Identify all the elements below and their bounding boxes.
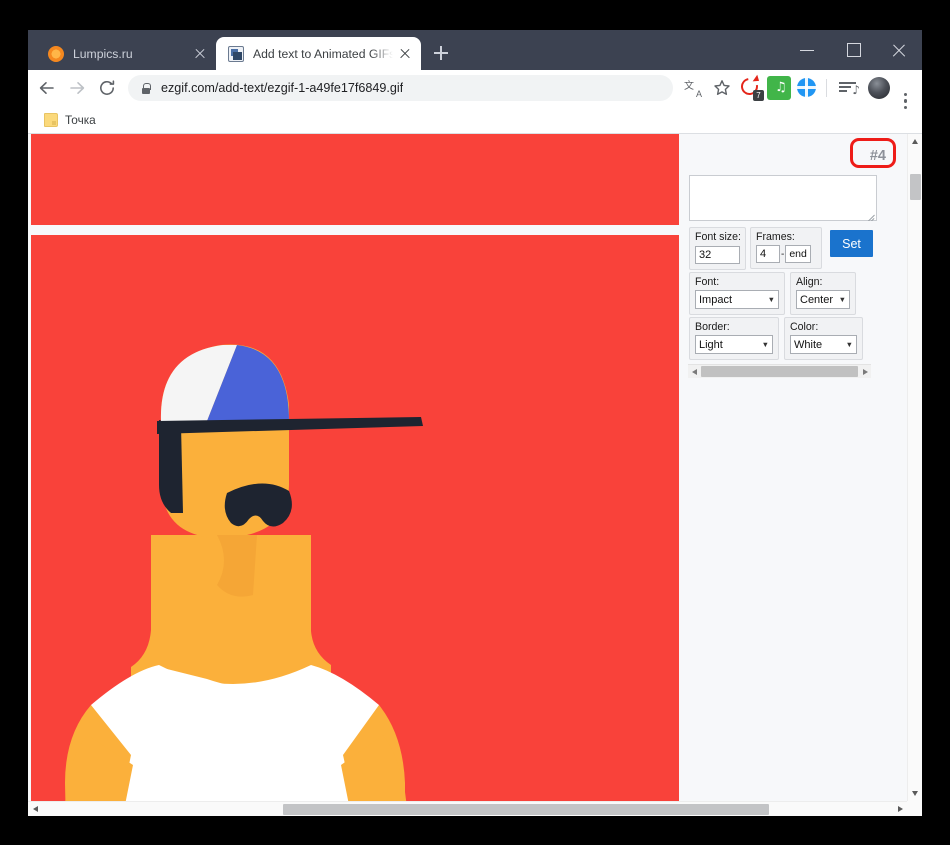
font-size-group: Font size: [689,227,746,270]
dot-3 [904,106,907,109]
scroll-right-arrow-icon[interactable] [858,365,871,379]
horizontal-scrollbar-thumb[interactable] [283,804,769,815]
screen-root: Lumpics.ru Add text to Animated GIFs - g… [0,0,950,845]
reload-icon[interactable] [92,73,122,103]
font-selected-value: Impact [699,294,764,306]
font-size-input[interactable] [695,246,740,264]
tab-title: Add text to Animated GIFs - gif-m [253,47,393,61]
playlist-icon[interactable]: ♪ [836,75,862,101]
star-icon[interactable] [709,75,735,101]
font-group: Font: Impact ▼ [689,272,785,315]
font-label: Font: [695,276,779,288]
page-content: #4 Font size: Frames: - [28,134,907,801]
line-2 [839,86,851,88]
panel-horizontal-scrollbar[interactable] [688,364,871,378]
horizontal-scroll-track[interactable] [43,802,892,817]
frames-to-input[interactable]: end [785,245,811,263]
page-vertical-scrollbar[interactable] [907,134,922,801]
page-viewport: #4 Font size: Frames: - [28,134,922,816]
gif-character-illustration [31,235,679,801]
music-note-icon[interactable]: ♫ [767,76,791,100]
frames-row: - end [756,245,816,263]
lock-icon [140,82,152,94]
extension-badge-count: 7 [753,90,764,101]
gif-preview-strip[interactable] [31,134,679,225]
color-label: Color: [790,321,857,333]
scroll-left-arrow-icon[interactable] [28,802,43,817]
bookmark-label: Точка [65,113,96,127]
vertical-scrollbar-thumb[interactable] [910,174,921,200]
browser-window: Lumpics.ru Add text to Animated GIFs - g… [28,30,922,816]
url-text: ezgif.com/add-text/ezgif-1-a49fe17f6849.… [161,81,403,95]
scroll-down-arrow-icon[interactable] [908,786,922,801]
scroll-left-arrow-icon[interactable] [688,365,701,379]
page-horizontal-scrollbar[interactable] [28,801,907,816]
tab-strip: Lumpics.ru Add text to Animated GIFs - g… [28,30,922,70]
color-group: Color: White ▼ [784,317,863,360]
set-button[interactable]: Set [830,230,873,257]
address-bar[interactable]: ezgif.com/add-text/ezgif-1-a49fe17f6849.… [128,75,673,101]
scroll-right-arrow-icon[interactable] [892,802,907,817]
tab-close-icon[interactable] [192,46,208,62]
forward-arrow-icon[interactable] [62,73,92,103]
close-button[interactable] [876,30,922,70]
frames-group: Frames: - end [750,227,822,269]
chevron-down-icon: ▼ [846,341,853,349]
frames-label: Frames: [756,231,816,243]
avatar[interactable] [868,77,890,99]
text-editor-panel: #4 Font size: Frames: - [683,134,907,801]
browser-toolbar: ezgif.com/add-text/ezgif-1-a49fe17f6849.… [28,70,922,106]
align-select[interactable]: Center ▼ [796,290,850,309]
chevron-down-icon: ▼ [768,296,775,304]
border-select[interactable]: Light ▼ [695,335,773,354]
note-glyph: ♫ [775,81,787,94]
maximize-button[interactable] [830,30,876,70]
ezgif-favicon [228,46,244,62]
panel-scrollbar-thumb[interactable] [701,366,858,377]
new-tab-button[interactable] [427,39,455,67]
gif-canvas[interactable] [31,235,679,801]
tab-title: Lumpics.ru [73,47,188,61]
window-controls [784,30,922,70]
frames-from-input[interactable] [756,245,780,263]
minimize-button[interactable] [784,30,830,70]
align-label: Align: [796,276,850,288]
tab-close-icon[interactable] [397,46,413,62]
note-glyph: ♪ [852,84,860,96]
globe-icon[interactable] [795,76,819,100]
color-select[interactable]: White ▼ [790,335,857,354]
font-size-label: Font size: [695,231,740,243]
back-arrow-icon[interactable] [32,73,62,103]
chevron-down-icon: ▼ [839,296,846,304]
border-selected-value: Light [699,339,758,351]
bookmarks-bar: Точка [28,106,922,134]
arrow-head-shape [753,75,762,84]
chevron-down-icon: ▼ [762,341,769,349]
lumpics-favicon [48,46,64,62]
scrollbar-corner [907,801,922,816]
dot-1 [904,93,907,96]
frames-dash: - [781,249,784,260]
text-input[interactable] [689,175,877,221]
line-3 [839,90,847,92]
folder-icon [44,113,58,127]
font-select[interactable]: Impact ▼ [695,290,779,309]
tab-lumpics[interactable]: Lumpics.ru [36,37,216,70]
color-selected-value: White [794,339,842,351]
globe-shape [797,78,816,97]
tab-ezgif[interactable]: Add text to Animated GIFs - gif-m [216,37,421,70]
dot-2 [904,99,907,102]
border-group: Border: Light ▼ [689,317,779,360]
toolbar-divider [826,79,827,97]
frame-number-label: #4 [870,148,886,164]
align-group: Align: Center ▼ [790,272,856,315]
align-selected-value: Center [800,294,835,306]
extension-recorder-icon[interactable]: 7 [739,76,763,100]
bookmark-tochka[interactable]: Точка [38,111,102,129]
border-label: Border: [695,321,773,333]
scroll-up-arrow-icon[interactable] [908,134,922,149]
translate-icon[interactable] [681,75,707,101]
